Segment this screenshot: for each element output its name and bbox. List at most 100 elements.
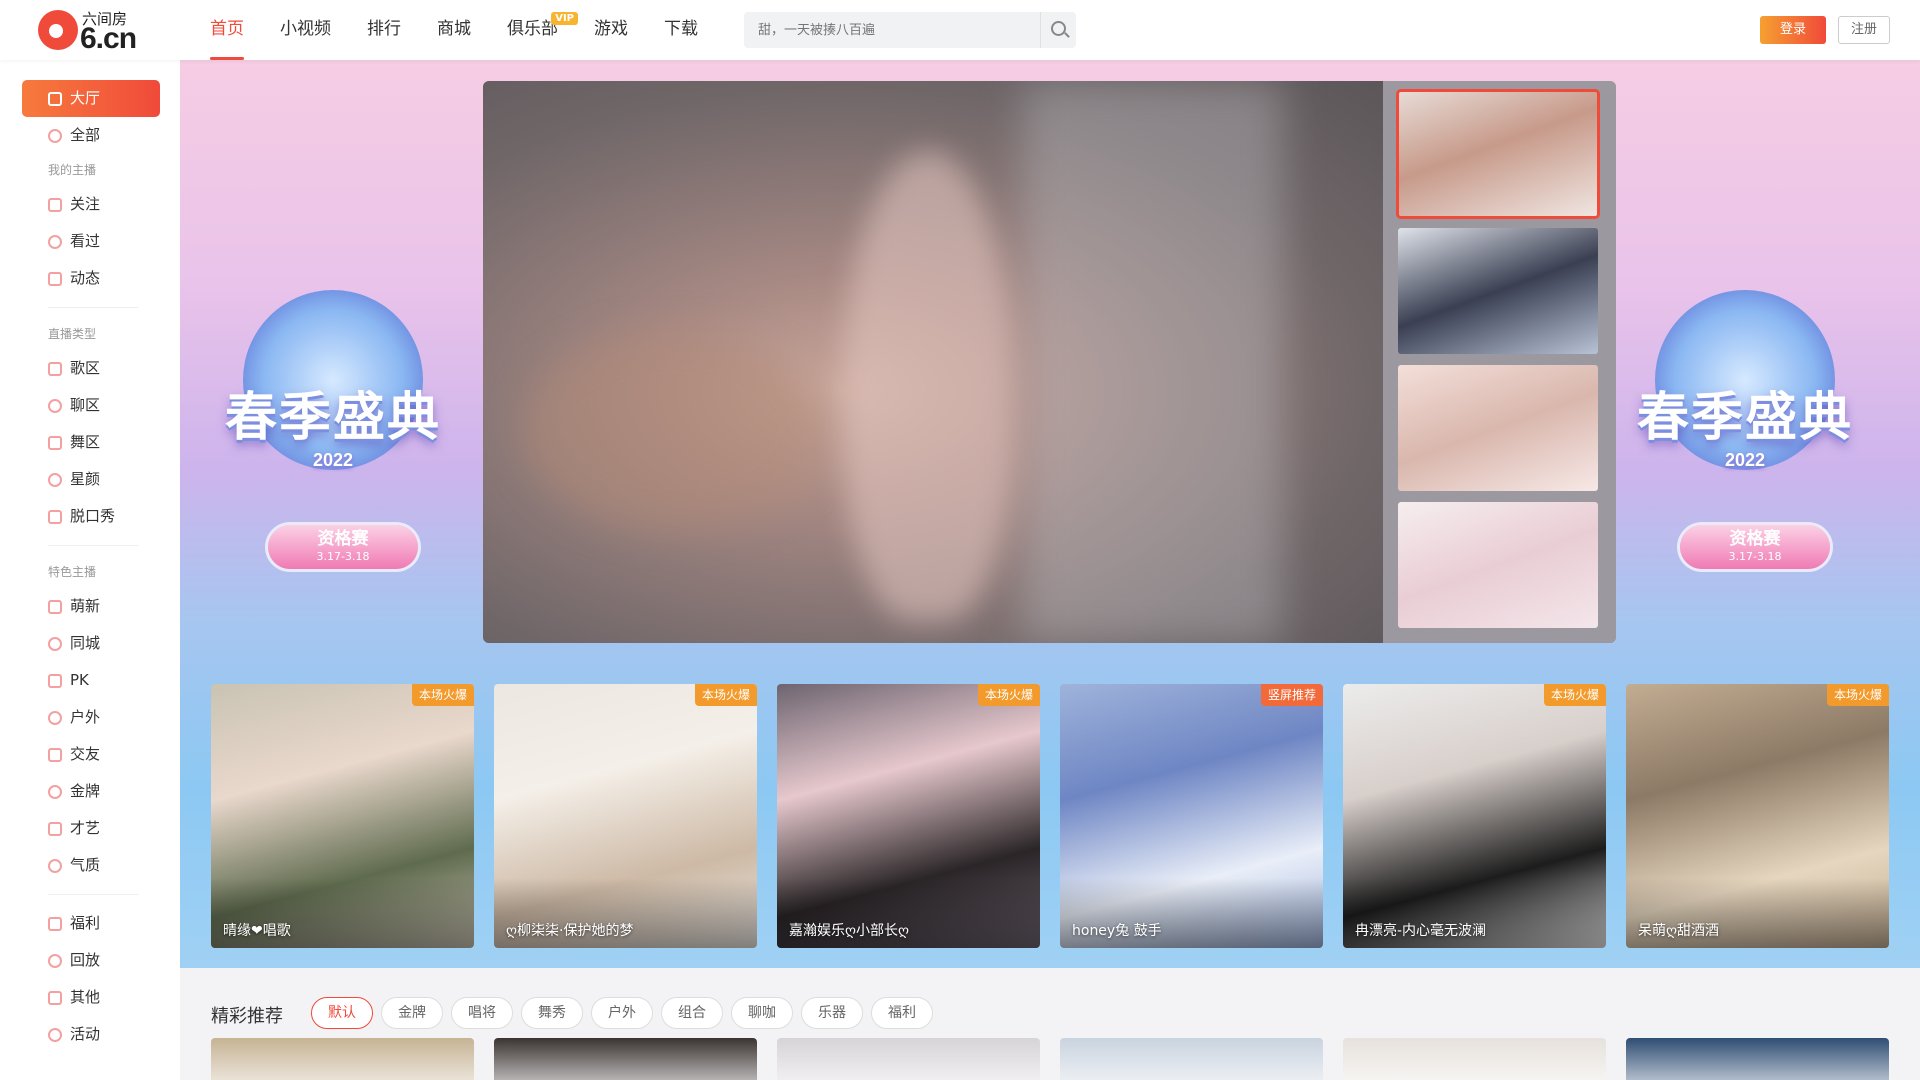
nav-item[interactable]: 俱乐部 VIP	[507, 0, 578, 60]
sidebar-item[interactable]: 全部	[22, 117, 160, 154]
event-dates: 3.17-3.18	[1728, 550, 1782, 563]
sidebar-item[interactable]: 才艺	[22, 810, 160, 847]
lightning-icon	[48, 674, 62, 688]
filter-chip[interactable]: 户外	[591, 997, 653, 1029]
event-year: 2022	[1724, 450, 1766, 470]
sidebar-item[interactable]: 聊区	[22, 387, 160, 424]
tent-icon	[48, 711, 62, 725]
sidebar-item[interactable]: 其他	[22, 979, 160, 1016]
filter-chip[interactable]: 聊咖	[731, 997, 793, 1029]
dance-icon	[48, 436, 62, 450]
recommend-card[interactable]	[1060, 1038, 1323, 1080]
sidebar-item-label: 同城	[70, 634, 101, 652]
filter-chip[interactable]: 乐器	[801, 997, 863, 1029]
sidebar-item-label: 交友	[70, 745, 101, 763]
event-emblem-right[interactable]: 春季盛典 2022 资格赛 3.17-3.18	[1610, 290, 1880, 620]
site-logo[interactable]: 六间房 6.cn	[38, 8, 138, 55]
sidebar-item[interactable]: 星颜	[22, 461, 160, 498]
filter-chip[interactable]: 默认	[311, 997, 373, 1029]
sidebar-item-label: 全部	[70, 126, 101, 144]
anchor-name: 嘉瀚娱乐ღ小部长ღ	[789, 923, 910, 939]
sidebar-item-label: 回放	[70, 951, 101, 969]
sidebar-item[interactable]: 舞区	[22, 424, 160, 461]
nav-item[interactable]: 排行	[367, 0, 401, 60]
video-blur-shape	[523, 331, 823, 531]
nav-item-label: 商城	[437, 19, 471, 39]
more-icon	[48, 991, 62, 1005]
event-title: 春季盛典	[1636, 388, 1853, 448]
register-button[interactable]: 注册	[1838, 16, 1890, 44]
nav-item[interactable]: 游戏	[594, 0, 628, 60]
sidebar-item-label: 户外	[70, 708, 101, 726]
live-thumbnail[interactable]	[1396, 89, 1600, 219]
sidebar-item-label: 活动	[70, 1025, 101, 1043]
nav-item[interactable]: 首页	[210, 0, 244, 60]
filter-chip[interactable]: 福利	[871, 997, 933, 1029]
sidebar-item[interactable]: 大厅	[22, 80, 160, 117]
filter-chip[interactable]: 金牌	[381, 997, 443, 1029]
anchor-name: 冉漂亮-内心毫无波澜	[1355, 923, 1487, 939]
login-button[interactable]: 登录	[1760, 16, 1826, 44]
nav-item-label: 游戏	[594, 19, 628, 39]
live-card[interactable]: 本场火爆 呆萌ღ甜酒酒	[1626, 684, 1889, 948]
sidebar-item[interactable]: 金牌	[22, 773, 160, 810]
sidebar-item[interactable]: 看过	[22, 223, 160, 260]
live-card[interactable]: 竖屏推荐 honey兔 鼓手	[1060, 684, 1323, 948]
sidebar-item[interactable]: 歌区	[22, 350, 160, 387]
search-icon[interactable]	[1040, 12, 1076, 48]
nav-item[interactable]: 下载	[664, 0, 698, 60]
filter-chip[interactable]: 唱将	[451, 997, 513, 1029]
recommend-card[interactable]	[494, 1038, 757, 1080]
main-content: 春季盛典 2022 资格赛 3.17-3.18 春季盛典 2022 资格赛 3.…	[180, 60, 1920, 1080]
replay-icon	[48, 954, 62, 968]
live-card[interactable]: 本场火爆 晴缘❤唱歌	[211, 684, 474, 948]
nav-item[interactable]: 商城	[437, 0, 471, 60]
live-card[interactable]: 本场火爆 嘉瀚娱乐ღ小部长ღ	[777, 684, 1040, 948]
sidebar-item[interactable]: 同城	[22, 625, 160, 662]
sidebar-group-type: 直播类型	[48, 327, 97, 341]
sidebar-item[interactable]: 气质	[22, 847, 160, 884]
sidebar-item-label: 萌新	[70, 597, 101, 615]
recommend-card[interactable]	[1626, 1038, 1889, 1080]
sidebar-item[interactable]: 活动	[22, 1016, 160, 1053]
live-thumbnail[interactable]	[1398, 365, 1598, 491]
sidebar-divider	[48, 307, 138, 308]
recommend-card[interactable]	[1343, 1038, 1606, 1080]
live-video[interactable]	[483, 81, 1383, 643]
nav-item[interactable]: 小视频	[280, 0, 331, 60]
sidebar-item[interactable]: 关注	[22, 186, 160, 223]
sidebar-item-label: PK	[70, 671, 89, 689]
recommend-card[interactable]	[777, 1038, 1040, 1080]
sidebar-item[interactable]: 户外	[22, 699, 160, 736]
event-dates: 3.17-3.18	[316, 550, 370, 563]
recommend-card[interactable]	[211, 1038, 474, 1080]
sidebar-item-label: 福利	[70, 914, 101, 932]
sidebar-item-label: 关注	[70, 195, 101, 213]
sidebar-item-label: 星颜	[70, 470, 101, 488]
filter-chip[interactable]: 组合	[661, 997, 723, 1029]
sidebar-item[interactable]: PK	[22, 662, 160, 699]
sidebar-item[interactable]: 交友	[22, 736, 160, 773]
star-icon	[48, 1028, 62, 1042]
live-thumbnail[interactable]	[1398, 502, 1598, 628]
sidebar-item[interactable]: 福利	[22, 905, 160, 942]
event-emblem-left[interactable]: 春季盛典 2022 资格赛 3.17-3.18	[198, 290, 468, 620]
search-input[interactable]	[744, 12, 1040, 48]
card-tag: 竖屏推荐	[1260, 684, 1323, 706]
event-banner: 春季盛典 2022 资格赛 3.17-3.18 春季盛典 2022 资格赛 3.…	[180, 60, 1920, 968]
event-stage: 资格赛	[1729, 529, 1781, 549]
sidebar-item[interactable]: 萌新	[22, 588, 160, 625]
nav-item-label: 下载	[664, 19, 698, 39]
message-icon	[48, 272, 62, 286]
filter-chip[interactable]: 舞秀	[521, 997, 583, 1029]
sidebar-item[interactable]: 动态	[22, 260, 160, 297]
sidebar-item[interactable]: 脱口秀	[22, 498, 160, 535]
live-card[interactable]: 本场火爆 ღ柳柒柒·保护她的梦	[494, 684, 757, 948]
live-thumbnail-list	[1383, 81, 1616, 643]
live-card[interactable]: 本场火爆 冉漂亮-内心毫无波澜	[1343, 684, 1606, 948]
sidebar-item[interactable]: 回放	[22, 942, 160, 979]
friends-icon	[48, 748, 62, 762]
anchor-name: ღ柳柒柒·保护她的梦	[506, 923, 634, 939]
live-thumbnail[interactable]	[1398, 228, 1598, 354]
recommend-title: 精彩推荐	[211, 1006, 283, 1027]
